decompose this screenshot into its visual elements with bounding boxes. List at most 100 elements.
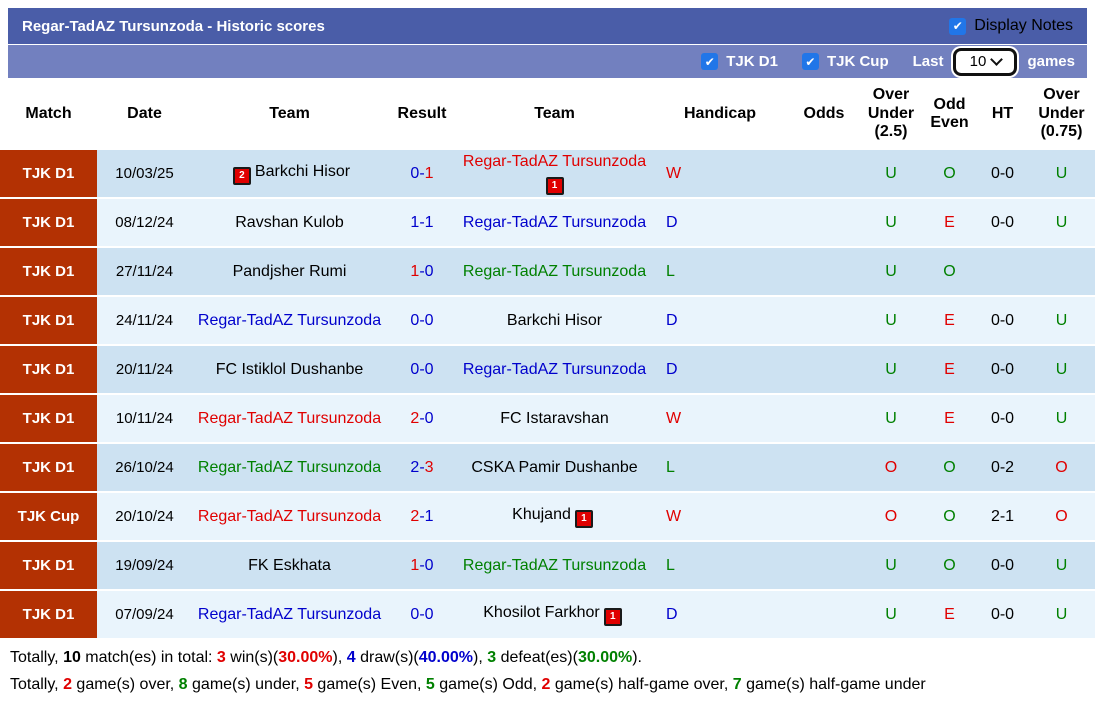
half-time-score: 0-0 — [990, 605, 1015, 623]
tjk-d1-label: TJK D1 — [726, 53, 778, 70]
score: 0-1 — [410, 164, 434, 182]
match-date: 26/10/24 — [115, 459, 174, 476]
odd-even: E — [944, 213, 955, 231]
match-date: 10/11/24 — [115, 410, 174, 427]
summary-text: ), — [473, 649, 488, 666]
odds-cell — [788, 199, 860, 246]
league-badge: TJK D1 — [0, 297, 97, 344]
last-games-select[interactable]: 10 — [953, 47, 1018, 76]
odd-even: E — [944, 409, 955, 427]
away-team: Regar-TadAZ Tursunzoda — [457, 248, 652, 295]
column-header: Team — [534, 104, 575, 122]
tjk-d1-checkbox[interactable]: ✔ — [701, 53, 719, 70]
summary-text: ), — [332, 649, 347, 666]
match-date: 27/11/24 — [115, 263, 174, 280]
match-date: 20/10/24 — [115, 508, 174, 525]
red-card-icon: 2 — [232, 167, 251, 185]
away-team: Khosilot Farkhor 1 — [457, 591, 652, 638]
league-badge: TJK D1 — [0, 199, 97, 246]
league-filter-tjk-cup[interactable]: ✔ TJK Cup — [801, 53, 889, 70]
odd-even: O — [943, 262, 956, 280]
summary-text: 5 — [304, 675, 313, 693]
score: 2-3 — [410, 458, 434, 476]
handicap-result: L — [666, 262, 675, 280]
summary-text: Totally, — [10, 675, 64, 693]
odd-even: E — [944, 605, 955, 623]
home-team-name: Regar-TadAZ Tursunzoda — [197, 605, 382, 623]
score: 1-0 — [410, 556, 434, 574]
league-badge: TJK D1 — [0, 395, 97, 442]
summary-text: 40.00% — [418, 649, 474, 666]
summary-text: 3 — [216, 649, 226, 666]
over-under-25: U — [885, 605, 897, 623]
away-team-name: Khosilot Farkhor 1 — [483, 603, 626, 626]
odd-even: O — [943, 556, 956, 574]
league-badge: TJK Cup — [0, 493, 97, 540]
match-date: 08/12/24 — [115, 214, 174, 231]
summary-text: win(s)( — [225, 649, 279, 666]
home-team: Regar-TadAZ Tursunzoda — [192, 395, 387, 442]
score: 1-0 — [410, 262, 434, 280]
display-notes-toggle[interactable]: ✔ Display Notes — [949, 17, 1073, 35]
home-team: Pandjsher Rumi — [192, 248, 387, 295]
odds-cell — [788, 542, 860, 589]
half-time-score: 0-2 — [990, 458, 1015, 476]
summary-text: 2 — [63, 675, 72, 693]
last-label: Last — [912, 53, 944, 70]
summary-line-goals: Totally, 2 game(s) over, 8 game(s) under… — [10, 675, 1085, 696]
over-under-075: U — [1055, 409, 1068, 427]
league-badge: TJK D1 — [0, 542, 97, 589]
league-filter-tjk-d1[interactable]: ✔ TJK D1 — [701, 53, 778, 70]
summary-text: 30.00% — [278, 649, 333, 666]
over-under-075: O — [1055, 507, 1068, 525]
home-team: 2 Barkchi Hisor — [192, 150, 387, 197]
summary-text: game(s) Even, — [312, 675, 426, 693]
column-header: Odds — [803, 104, 845, 122]
display-notes-checkbox[interactable]: ✔ — [949, 17, 967, 35]
odds-cell — [788, 591, 860, 638]
column-header: Over Under (2.5) — [867, 86, 915, 141]
chevron-down-icon — [990, 53, 1004, 66]
summary-text: game(s) over, — [71, 675, 179, 693]
summary-text: game(s) half-game over, — [550, 675, 733, 693]
home-team-name: Pandjsher Rumi — [232, 262, 347, 280]
odds-cell — [788, 444, 860, 491]
league-badge: TJK D1 — [0, 346, 97, 393]
match-date: 10/03/25 — [115, 165, 174, 182]
over-under-25: O — [884, 458, 898, 476]
display-notes-label: Display Notes — [974, 17, 1073, 34]
summary-text: match(es) in total: — [80, 649, 217, 666]
over-under-075: O — [1055, 458, 1068, 476]
summary-text: game(s) Odd, — [434, 675, 542, 693]
table-body: TJK D1 10/03/25 2 Barkchi Hisor 0-1 Regar-Tad… — [0, 150, 1095, 640]
league-badge: TJK D1 — [0, 150, 97, 197]
summary-text: 7 — [732, 675, 742, 693]
summary-text: game(s) half-game under — [741, 675, 926, 693]
away-team: Regar-TadAZ Tursunzoda — [457, 199, 652, 246]
odd-even: E — [944, 311, 955, 329]
tjk-cup-checkbox[interactable]: ✔ — [801, 53, 819, 70]
filter-bar: ✔ TJK D1 ✔ TJK Cup Last 10 games — [8, 45, 1087, 78]
home-team-name: FK Eskhata — [248, 556, 331, 574]
last-games-value: 10 — [969, 53, 987, 70]
summary-text: game(s) under, — [187, 675, 305, 693]
odds-cell — [788, 248, 860, 295]
score: 1-1 — [410, 213, 434, 231]
table-row: TJK D1 10/11/24 Regar-TadAZ Tursunzoda 2-0 F… — [0, 395, 1095, 444]
table-row: TJK D1 24/11/24 Regar-TadAZ Tursunzoda 0-0 B… — [0, 297, 1095, 346]
title-bar: Regar-TadAZ Tursunzoda - Historic scores… — [8, 8, 1087, 44]
table-row: TJK D1 10/03/25 2 Barkchi Hisor 0-1 Regar-Tad… — [0, 150, 1095, 199]
summary-text: 3 — [487, 649, 497, 666]
table-row: TJK D1 19/09/24 FK Eskhata 1-0 Regar-TadAZ T… — [0, 542, 1095, 591]
home-team-name: Regar-TadAZ Tursunzoda — [197, 507, 382, 525]
over-under-25: U — [885, 164, 897, 182]
summary-text: ). — [632, 649, 642, 666]
match-date: 20/11/24 — [115, 361, 174, 378]
column-header: HT — [991, 104, 1014, 122]
away-team: Barkchi Hisor — [457, 297, 652, 344]
over-under-075: U — [1055, 360, 1068, 378]
home-team: Regar-TadAZ Tursunzoda — [192, 493, 387, 540]
half-time-score — [977, 248, 1028, 295]
handicap-result: D — [666, 605, 678, 623]
away-team-name: Regar-TadAZ Tursunzoda1 — [461, 152, 648, 195]
